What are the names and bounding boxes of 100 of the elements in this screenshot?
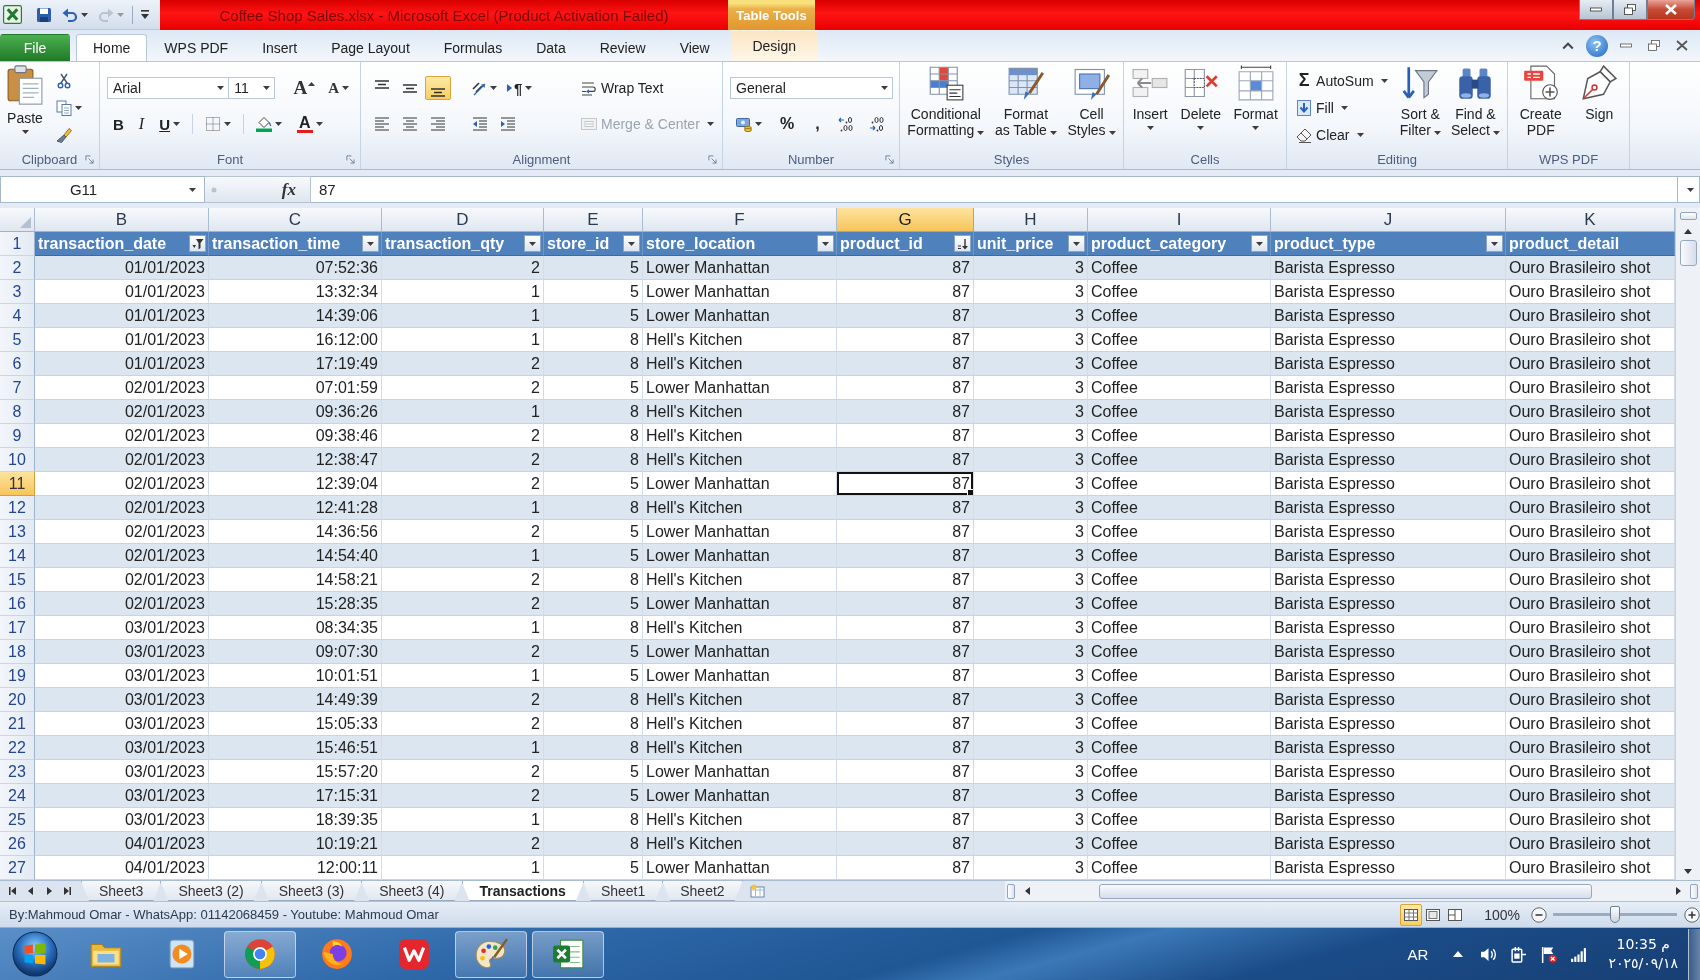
- row-header[interactable]: 10: [0, 448, 35, 472]
- column-header[interactable]: H: [974, 208, 1088, 232]
- column-header[interactable]: D: [382, 208, 544, 232]
- ribbon-tab[interactable]: WPS PDF: [147, 34, 246, 61]
- grow-font-button[interactable]: A: [288, 76, 321, 100]
- clear-button[interactable]: Clear: [1291, 121, 1393, 148]
- ribbon-tab[interactable]: Data: [519, 34, 583, 61]
- row-header[interactable]: 25: [0, 808, 35, 832]
- language-indicator[interactable]: AR: [1407, 945, 1429, 963]
- formula-bar-handle[interactable]: [205, 176, 231, 203]
- clock-time[interactable]: 10:35 م: [1616, 935, 1670, 954]
- restore-button[interactable]: [1613, 0, 1647, 20]
- column-header[interactable]: G: [837, 208, 974, 232]
- autosum-button[interactable]: Σ AutoSum: [1291, 67, 1393, 94]
- sheet-tab[interactable]: Sheet3 (2): [160, 881, 262, 901]
- row-header[interactable]: 21: [0, 712, 35, 736]
- underline-button[interactable]: U: [153, 112, 186, 136]
- sign-button[interactable]: Sign: [1578, 62, 1621, 150]
- expand-formula-bar-button[interactable]: [1678, 176, 1700, 203]
- sort-filter-button[interactable]: Sort & Filter: [1396, 62, 1444, 150]
- dialog-launcher-button[interactable]: [706, 153, 718, 166]
- column-header[interactable]: I: [1088, 208, 1271, 232]
- row-header[interactable]: 18: [0, 640, 35, 664]
- sheet-tab[interactable]: Sheet2: [662, 881, 743, 901]
- ribbon-tab[interactable]: Formulas: [426, 34, 520, 61]
- sheet-tab[interactable]: Sheet3 (4): [361, 881, 463, 901]
- ribbon-tab[interactable]: Page Layout: [314, 34, 427, 61]
- conditional-formatting-button[interactable]: Conditional Formatting: [904, 62, 988, 150]
- filter-button[interactable]: [817, 235, 834, 252]
- zoom-in-button[interactable]: [1683, 906, 1700, 923]
- ribbon-tab[interactable]: Review: [582, 34, 663, 61]
- text-direction-button[interactable]: ¶: [503, 76, 537, 100]
- taskbar-button[interactable]: [455, 930, 527, 978]
- filter-button[interactable]: [189, 235, 206, 252]
- row-header[interactable]: 20: [0, 688, 35, 712]
- cell-styles-button[interactable]: Cell Styles: [1064, 62, 1119, 150]
- column-header[interactable]: F: [643, 208, 837, 232]
- row-header[interactable]: 14: [0, 544, 35, 568]
- formula-field[interactable]: 87: [311, 176, 1678, 203]
- column-header[interactable]: C: [209, 208, 382, 232]
- number-format-field[interactable]: General: [730, 77, 893, 99]
- column-header[interactable]: J: [1271, 208, 1506, 232]
- scroll-thumb[interactable]: [1679, 240, 1697, 266]
- insert-button[interactable]: Insert: [1129, 62, 1172, 150]
- taskbar-button[interactable]: [224, 930, 296, 978]
- ribbon-tab[interactable]: View: [662, 34, 727, 61]
- show-desktop-button[interactable]: [1688, 928, 1700, 980]
- shrink-font-button[interactable]: A: [323, 76, 354, 100]
- dialog-launcher-button[interactable]: [883, 153, 895, 166]
- comma-button[interactable]: ,: [806, 112, 829, 136]
- font-color-button[interactable]: A: [291, 112, 329, 136]
- sheet-tab[interactable]: Sheet3: [81, 881, 162, 901]
- bold-button[interactable]: B: [107, 112, 130, 136]
- dialog-launcher-button[interactable]: [83, 153, 95, 166]
- filter-button[interactable]: [1068, 235, 1085, 252]
- create-pdf-button[interactable]: Create PDF: [1516, 62, 1565, 150]
- clock-date[interactable]: ٢٠٢٥/٠٩/١٨: [1608, 954, 1678, 973]
- row-header[interactable]: 19: [0, 664, 35, 688]
- previous-sheet-button[interactable]: [26, 885, 35, 897]
- column-header[interactable]: K: [1506, 208, 1675, 232]
- dialog-launcher-button[interactable]: [344, 153, 356, 166]
- filter-button[interactable]: [954, 235, 971, 252]
- insert-function-button[interactable]: fx: [231, 176, 311, 203]
- zoom-level[interactable]: 100%: [1484, 906, 1520, 923]
- vertical-scrollbar[interactable]: [1675, 208, 1700, 880]
- paste-button[interactable]: Paste: [4, 62, 46, 150]
- close-button[interactable]: [1647, 0, 1695, 20]
- row-header[interactable]: 13: [0, 520, 35, 544]
- row-header[interactable]: 16: [0, 592, 35, 616]
- taskbar-button[interactable]: [532, 930, 604, 978]
- row-header[interactable]: 1: [0, 232, 35, 256]
- row-header[interactable]: 4: [0, 304, 35, 328]
- first-sheet-button[interactable]: [8, 885, 17, 897]
- row-header[interactable]: 26: [0, 832, 35, 856]
- slider-thumb[interactable]: [1610, 906, 1620, 923]
- row-header[interactable]: 6: [0, 352, 35, 376]
- percent-button[interactable]: %: [771, 112, 804, 136]
- row-header[interactable]: 12: [0, 496, 35, 520]
- sheet-tab[interactable]: Sheet3 (3): [260, 881, 363, 901]
- scroll-thumb[interactable]: [1099, 883, 1592, 899]
- row-header[interactable]: 9: [0, 424, 35, 448]
- font-name-field[interactable]: Arial: [107, 77, 230, 99]
- filter-button[interactable]: [524, 235, 541, 252]
- row-header[interactable]: 24: [0, 784, 35, 808]
- row-header[interactable]: 23: [0, 760, 35, 784]
- last-sheet-button[interactable]: [62, 885, 71, 897]
- name-box[interactable]: G11: [0, 176, 205, 203]
- row-header[interactable]: 27: [0, 856, 35, 880]
- zoom-out-button[interactable]: [1530, 906, 1547, 923]
- fill-button[interactable]: Fill: [1291, 94, 1393, 121]
- filter-button[interactable]: [1251, 235, 1268, 252]
- format-button[interactable]: Format: [1230, 62, 1281, 150]
- normal-view-button[interactable]: [1400, 903, 1423, 926]
- row-header[interactable]: 8: [0, 400, 35, 424]
- row-header[interactable]: 17: [0, 616, 35, 640]
- format-as-table-button[interactable]: Format as Table: [991, 62, 1060, 150]
- font-size-field[interactable]: 11: [228, 77, 276, 99]
- column-header[interactable]: E: [544, 208, 643, 232]
- ribbon-tab[interactable]: Insert: [245, 34, 315, 61]
- align-bottom-button[interactable]: [425, 76, 451, 100]
